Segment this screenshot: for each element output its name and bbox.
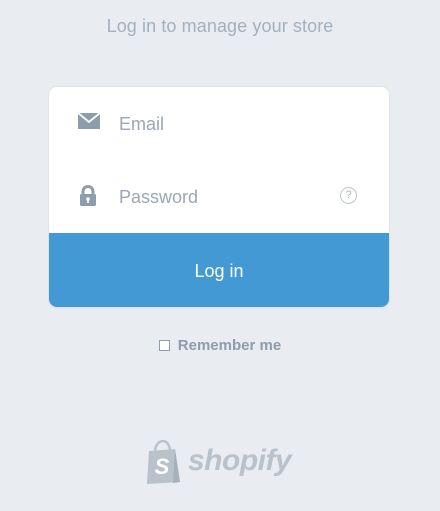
password-field-row: ? <box>49 160 389 233</box>
remember-me-label[interactable]: Remember me <box>178 337 281 354</box>
envelope-icon <box>77 112 101 134</box>
shopify-bag-icon: S <box>146 439 182 484</box>
remember-me-checkbox[interactable] <box>158 340 170 351</box>
login-form: ? Log in <box>49 87 389 307</box>
password-input[interactable] <box>119 180 329 214</box>
svg-text:S: S <box>155 454 170 479</box>
lock-icon <box>78 185 100 207</box>
shopify-wordmark: shopify <box>188 444 292 477</box>
email-input[interactable] <box>119 107 329 141</box>
question-circle-icon[interactable]: ? <box>340 187 357 204</box>
page-heading: Log in to manage your store <box>106 16 334 36</box>
shopify-logo: S shopify <box>146 439 296 486</box>
email-field-row <box>49 87 389 161</box>
remember-me: Remember me <box>0 337 440 354</box>
login-button[interactable]: Log in <box>49 233 389 307</box>
